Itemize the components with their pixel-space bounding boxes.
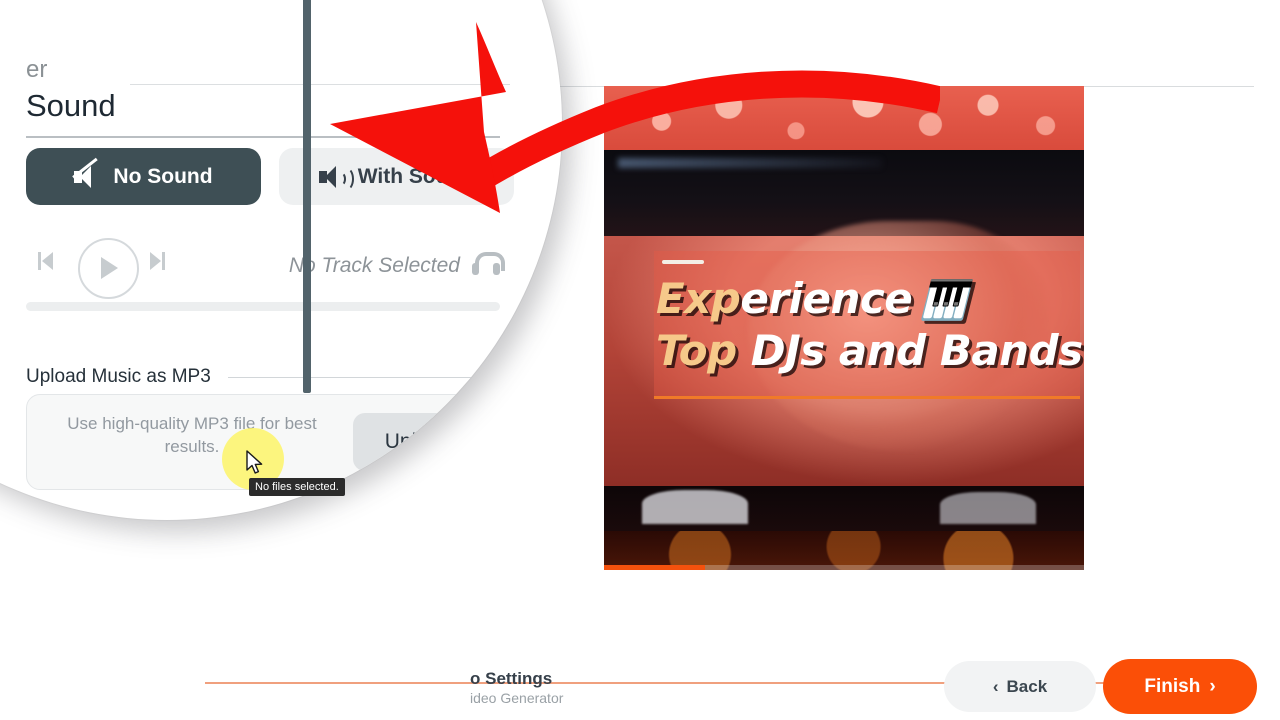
footer-subtitle: ideo Generator — [470, 690, 564, 706]
video-underline — [654, 396, 1080, 399]
section-title-divider — [26, 136, 500, 138]
back-button-label: Back — [1006, 676, 1048, 696]
music-notes-icon: 🎹 — [920, 278, 968, 322]
headphones-icon — [472, 252, 505, 276]
video-bokeh-band — [604, 86, 1084, 150]
with-sound-label: With Sound — [357, 164, 475, 188]
video-progress-bar[interactable] — [604, 565, 1084, 570]
magnified-top-divider — [130, 84, 510, 85]
headline-rest-1: erience — [740, 274, 913, 323]
no-sound-toggle[interactable]: No Sound — [26, 148, 261, 205]
upload-section-heading: Upload Music as MP3 — [26, 366, 211, 387]
finish-button-label: Finish — [1144, 675, 1201, 697]
screenshot-root: Edit BETA 4.9 Bo Experience🎹 Top — [0, 0, 1280, 720]
upload-heading-divider — [228, 377, 500, 378]
mouse-cursor — [246, 450, 263, 474]
chevron-right-icon: › — [1209, 675, 1216, 697]
magnifier-lens: er Sound No Sound With Sound No Track Se… — [0, 0, 562, 520]
footer-title: o Settings — [470, 669, 553, 688]
video-stage-band — [604, 150, 1084, 236]
headline-accent-2: Top — [656, 326, 737, 375]
video-preview[interactable]: Experience 🎹 Top DJs and Bands — [604, 86, 1084, 570]
track-progress-slider[interactable] — [26, 302, 500, 311]
play-icon[interactable] — [78, 238, 139, 299]
video-headline-line-2: Top DJs and Bands — [656, 326, 1083, 375]
lens-edge-bar — [303, 0, 311, 393]
audio-player-controls: No Track Selected — [26, 238, 505, 299]
chevron-left-icon: ‹ — [992, 676, 999, 696]
footer-divider — [205, 682, 1255, 684]
sound-mode-toggle-group: No Sound With Sound — [26, 148, 514, 205]
with-sound-toggle[interactable]: With Sound — [279, 148, 514, 205]
video-headline-line-1: Experience 🎹 — [656, 274, 968, 323]
no-sound-label: No Sound — [113, 164, 213, 188]
finish-button[interactable]: Finish › — [1103, 659, 1257, 714]
speaker-on-icon — [318, 165, 354, 191]
upload-button[interactable]: Upload — [353, 413, 483, 471]
file-tooltip: No files selected. — [249, 478, 345, 496]
video-accent-dash — [662, 260, 704, 264]
headline-rest-2: DJs and Bands — [750, 326, 1083, 375]
track-status-label: No Track Selected — [288, 254, 460, 277]
magnified-content: er Sound No Sound With Sound No Track Se… — [0, 0, 562, 520]
back-button[interactable]: ‹ Back — [944, 661, 1096, 712]
headline-accent-1: Exp — [656, 274, 741, 323]
video-crowd-band — [604, 486, 1084, 531]
speaker-muted-icon — [72, 157, 100, 188]
section-title: Sound — [26, 88, 116, 123]
video-progress-fill — [604, 565, 705, 570]
magnified-breadcrumb: er — [26, 56, 48, 83]
